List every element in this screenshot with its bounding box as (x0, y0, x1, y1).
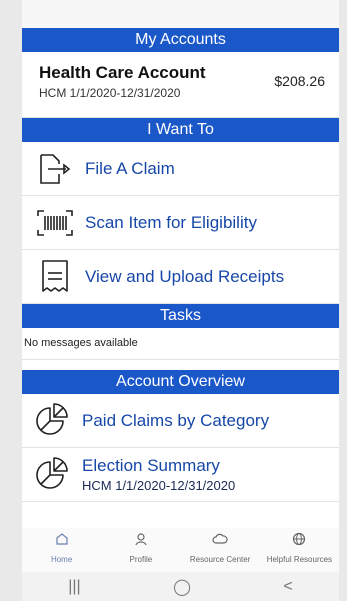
receipt-icon (35, 257, 75, 297)
back-button[interactable]: < (283, 578, 292, 596)
pie-chart-icon (34, 454, 72, 495)
my-accounts-header: My Accounts (22, 28, 339, 52)
tab-profile[interactable]: Profile (101, 528, 180, 572)
account-balance: $208.26 (274, 73, 325, 89)
health-care-account-row[interactable]: Health Care Account HCM 1/1/2020-12/31/2… (22, 52, 339, 118)
election-summary-button[interactable]: Election Summary HCM 1/1/2020-12/31/2020 (22, 448, 339, 502)
i-want-to-header: I Want To (22, 118, 339, 142)
globe-icon (292, 532, 306, 551)
tab-home[interactable]: Home (22, 528, 101, 572)
account-overview-header: Account Overview (22, 370, 339, 394)
view-upload-receipts-label: View and Upload Receipts (85, 266, 285, 286)
tab-helpful-resources-label: Helpful Resources (266, 555, 333, 564)
scan-item-button[interactable]: Scan Item for Eligibility (22, 196, 339, 250)
election-summary-label: Election Summary (82, 456, 220, 475)
cloud-icon (212, 532, 228, 551)
tasks-header: Tasks (22, 304, 339, 328)
tab-profile-label: Profile (129, 555, 153, 564)
tab-resource-center[interactable]: Resource Center (181, 528, 260, 572)
pie-chart-icon (34, 400, 72, 441)
file-claim-label: File A Claim (85, 158, 175, 178)
file-claim-icon (35, 149, 75, 189)
bottom-tab-bar: Home Profile Resource Center Helpful Res… (22, 528, 339, 572)
tab-helpful-resources[interactable]: Helpful Resources (260, 528, 339, 572)
home-icon (55, 532, 69, 551)
election-summary-text: Election Summary HCM 1/1/2020-12/31/2020 (82, 456, 235, 493)
account-name: Health Care Account (39, 63, 206, 82)
tasks-empty-message: No messages available (22, 328, 339, 360)
paid-claims-label: Paid Claims by Category (82, 410, 270, 430)
status-strip (22, 0, 339, 28)
election-summary-period: HCM 1/1/2020-12/31/2020 (82, 478, 236, 493)
paid-claims-by-category-button[interactable]: Paid Claims by Category (22, 394, 339, 448)
app-screen: My Accounts Health Care Account HCM 1/1/… (22, 0, 339, 601)
tab-resource-center-label: Resource Center (189, 555, 251, 564)
tab-home-label: Home (50, 555, 73, 564)
recent-apps-button[interactable]: ||| (68, 578, 80, 596)
file-claim-button[interactable]: File A Claim (22, 142, 339, 196)
account-period: HCM 1/1/2020-12/31/2020 (39, 86, 181, 100)
barcode-scan-icon (35, 203, 75, 243)
home-button[interactable]: ◯ (173, 577, 191, 597)
view-upload-receipts-button[interactable]: View and Upload Receipts (22, 250, 339, 304)
scan-item-label: Scan Item for Eligibility (85, 212, 257, 232)
profile-icon (134, 532, 148, 551)
system-navigation-bar: ||| ◯ < (22, 572, 339, 601)
